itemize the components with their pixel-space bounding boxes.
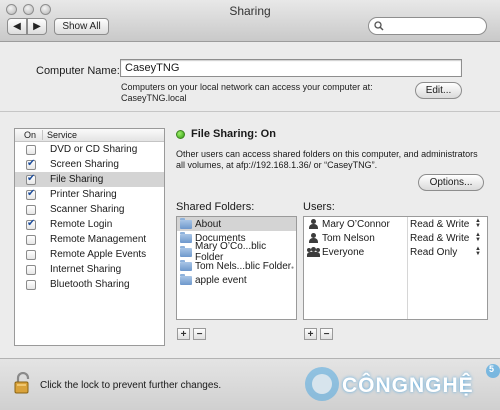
service-column-header[interactable]: Service (43, 130, 77, 140)
file-sharing-description: Other users can access shared folders on… (176, 149, 488, 171)
folder-icon (180, 273, 192, 285)
service-label: Screen Sharing (50, 159, 119, 170)
user-row[interactable]: Tom Nelson Read & Write ▲ ▼ (304, 231, 487, 245)
user-icon (309, 219, 318, 229)
lock-icon[interactable] (14, 372, 32, 394)
service-label: Bluetooth Sharing (50, 279, 130, 290)
popup-arrows-icon[interactable]: ▲ ▼ (475, 218, 481, 229)
add-user-button[interactable]: + (304, 328, 317, 340)
service-row[interactable]: Remote Apple Events (15, 247, 164, 262)
service-checkbox[interactable] (26, 264, 36, 275)
computer-name-label: Computer Name: (36, 65, 120, 77)
back-arrow-icon: ◀ (13, 21, 21, 32)
service-row[interactable]: Screen Sharing (15, 157, 164, 172)
user-name: Tom Nelson (322, 232, 375, 244)
users-label: Users: (303, 201, 335, 213)
permission-popup[interactable]: Read & Write (410, 219, 469, 230)
computer-name-input[interactable]: CaseyTNG (120, 59, 462, 77)
file-sharing-status: File Sharing: On (191, 128, 276, 140)
on-column-header[interactable]: On (15, 130, 43, 140)
folder-name: Tom Nels...blic Folder (195, 260, 292, 272)
service-list-header: On Service (15, 129, 164, 142)
service-label: Remote Login (50, 219, 113, 230)
service-label: Scanner Sharing (50, 204, 125, 215)
shared-folders-label: Shared Folders: (176, 201, 255, 213)
service-checkbox[interactable] (26, 249, 36, 260)
service-checkbox[interactable] (26, 279, 36, 290)
service-row[interactable]: Remote Login (15, 217, 164, 232)
title-bar: Sharing ◀ ▶ Show All (0, 0, 500, 42)
service-list: On Service DVD or CD Sharing Screen Shari… (14, 128, 165, 346)
show-all-button[interactable]: Show All (54, 18, 109, 35)
watermark-text: CÔNGNGHỆ (342, 374, 474, 397)
service-label: DVD or CD Sharing (50, 144, 138, 155)
service-checkbox[interactable] (26, 158, 36, 170)
folder-icon (180, 217, 192, 229)
description-line1: Other users can access shared folders on… (176, 149, 478, 159)
popup-arrows-icon[interactable]: ▲ ▼ (475, 232, 481, 243)
watermark-number: 5 (489, 364, 495, 374)
service-row[interactable]: DVD or CD Sharing (15, 142, 164, 157)
service-row[interactable]: Scanner Sharing (15, 202, 164, 217)
access-note-line1: Computers on your local network can acce… (121, 82, 373, 92)
folder-icon (180, 231, 192, 243)
service-checkbox[interactable] (26, 173, 36, 185)
shared-folder-row[interactable]: Mary O’Co...blic Folder (177, 241, 296, 263)
folder-icon (180, 259, 192, 271)
service-checkbox[interactable] (26, 234, 36, 245)
remove-user-button[interactable]: − (320, 328, 333, 340)
remove-folder-button[interactable]: − (193, 328, 206, 340)
resize-handle-icon[interactable]: ● (291, 265, 294, 271)
service-checkbox[interactable] (26, 204, 36, 215)
service-row[interactable]: Internet Sharing (15, 262, 164, 277)
group-icon (307, 247, 320, 257)
user-row[interactable]: Mary O’Connor Read & Write ▲ ▼ (304, 217, 487, 231)
service-checkbox[interactable] (26, 218, 36, 230)
shared-folder-row[interactable]: Tom Nels...blic Folder (177, 259, 296, 273)
computer-access-note: Computers on your local network can acce… (121, 82, 401, 104)
service-checkbox[interactable] (26, 144, 36, 155)
user-name: Everyone (322, 246, 365, 258)
service-row[interactable]: Bluetooth Sharing (15, 277, 164, 292)
service-label: Remote Apple Events (50, 249, 147, 260)
permission-popup[interactable]: Read Only (410, 247, 457, 258)
shared-folder-row[interactable]: apple event (177, 273, 296, 287)
users-list[interactable]: Mary O’Connor Read & Write ▲ ▼ Tom Nelson Rea… (303, 216, 488, 320)
status-indicator-icon (176, 130, 185, 139)
add-folder-button[interactable]: + (177, 328, 190, 340)
forward-arrow-icon: ▶ (33, 21, 41, 32)
user-row[interactable]: Everyone Read Only ▲ ▼ (304, 245, 487, 259)
service-row[interactable]: File Sharing (15, 172, 164, 187)
shared-folder-row[interactable]: About (177, 217, 296, 231)
service-checkbox[interactable] (26, 188, 36, 200)
lock-message: Click the lock to prevent further change… (40, 380, 222, 391)
access-note-line2: CaseyTNG.local (121, 93, 187, 103)
options-button[interactable]: Options... (418, 174, 484, 191)
service-row[interactable]: Printer Sharing (15, 187, 164, 202)
shared-folders-list[interactable]: About Documents Mary O’Co...blic Folder Tom… (176, 216, 297, 320)
service-label: Printer Sharing (50, 189, 117, 200)
search-icon (374, 21, 384, 31)
service-label: File Sharing (50, 174, 104, 185)
folder-name: About (195, 218, 222, 230)
user-icon (309, 233, 318, 243)
folder-name: apple event (195, 274, 247, 286)
popup-arrows-icon[interactable]: ▲ ▼ (475, 246, 481, 257)
folder-icon (180, 245, 192, 257)
window-title: Sharing (229, 4, 271, 18)
edit-button[interactable]: Edit... (415, 82, 462, 99)
user-name: Mary O’Connor (322, 218, 390, 230)
permission-popup[interactable]: Read & Write (410, 233, 469, 244)
service-label: Internet Sharing (50, 264, 122, 275)
back-button[interactable]: ◀ (7, 18, 27, 35)
service-label: Remote Management (50, 234, 147, 245)
watermark-logo: CÔNGNGHỆ 5 (300, 362, 500, 408)
search-field[interactable] (368, 17, 487, 35)
service-row[interactable]: Remote Management (15, 232, 164, 247)
description-line2: all volumes, at afp://192.168.1.36/ or “… (176, 160, 378, 170)
forward-button[interactable]: ▶ (27, 18, 47, 35)
